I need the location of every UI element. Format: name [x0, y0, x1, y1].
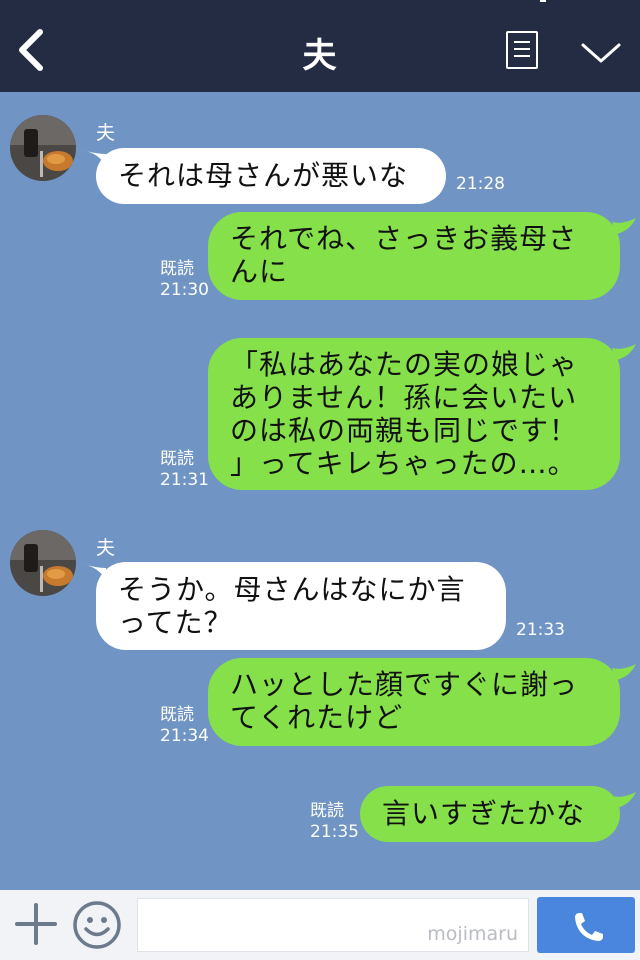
message-line: そうか。母さんはなにか言	[118, 573, 466, 606]
message-line: のは私の両親も同じです！	[230, 414, 579, 447]
message-line: 「私はあなたの実の娘じゃ	[230, 348, 579, 381]
message-line: てくれたけど	[230, 701, 404, 734]
read-receipt: 既読	[310, 801, 344, 821]
message-line: ありません！孫に会いたい	[230, 381, 578, 414]
bubble-tail	[612, 218, 636, 234]
sender-name: 夫	[96, 537, 116, 559]
message-text: それは母さんが悪いな	[118, 159, 409, 192]
message-time: 21:28	[456, 174, 505, 194]
chevron-down-icon[interactable]	[580, 40, 622, 66]
message-bubble-outgoing[interactable]: ハッとした顔ですぐに謝っ てくれたけど	[208, 658, 620, 746]
message-bubble-outgoing[interactable]: 「私はあなたの実の娘じゃ ありません！孫に会いたい のは私の両親も同じです！ 」…	[208, 338, 620, 490]
message-line: ハッとした顔ですぐに謝っ	[230, 668, 579, 701]
smiley-icon[interactable]	[72, 900, 122, 950]
sender-name: 夫	[96, 122, 116, 144]
bubble-tail	[612, 344, 636, 360]
chat-title: 夫	[302, 36, 338, 76]
plus-icon[interactable]	[14, 902, 58, 946]
bubble-tail	[612, 792, 636, 808]
status-notch	[540, 0, 546, 2]
message-bubble-incoming[interactable]: それは母さんが悪いな	[96, 148, 446, 204]
message-bubble-incoming[interactable]: そうか。母さんはなにか言 ってた？	[96, 562, 506, 650]
watermark: mojimaru	[427, 923, 518, 945]
call-button[interactable]	[537, 897, 635, 953]
avatar[interactable]	[10, 530, 76, 596]
message-line: ってた？	[118, 606, 233, 639]
message-line: 」ってキレちゃったの…。	[230, 447, 577, 480]
message-line: それでね、さっきお義母さ	[230, 222, 578, 255]
avatar[interactable]	[10, 115, 76, 181]
read-receipt: 既読	[160, 449, 194, 469]
message-time: 21:30	[160, 280, 209, 300]
read-receipt: 既読	[160, 259, 194, 279]
bubble-tail	[612, 664, 636, 680]
read-receipt: 既読	[160, 705, 194, 725]
chat-area[interactable]: 夫 それは母さんが悪いな 21:28 既読 21:30 それでね、さっきお義母さ…	[0, 92, 640, 890]
message-time: 21:35	[310, 822, 359, 842]
message-time: 21:31	[160, 470, 209, 490]
message-bubble-outgoing[interactable]: 言いすぎたかな	[360, 786, 620, 842]
message-bubble-outgoing[interactable]: それでね、さっきお義母さ んに	[208, 212, 620, 300]
message-text: 言いすぎたかな	[382, 797, 586, 830]
message-line: んに	[230, 255, 289, 288]
input-bar: mojimaru	[0, 890, 640, 960]
phone-icon	[575, 913, 603, 941]
note-menu-icon[interactable]	[506, 31, 538, 69]
chat-header: 夫	[0, 0, 640, 92]
message-input[interactable]: mojimaru	[137, 898, 529, 952]
message-time: 21:34	[160, 726, 209, 746]
message-time: 21:33	[516, 620, 565, 640]
